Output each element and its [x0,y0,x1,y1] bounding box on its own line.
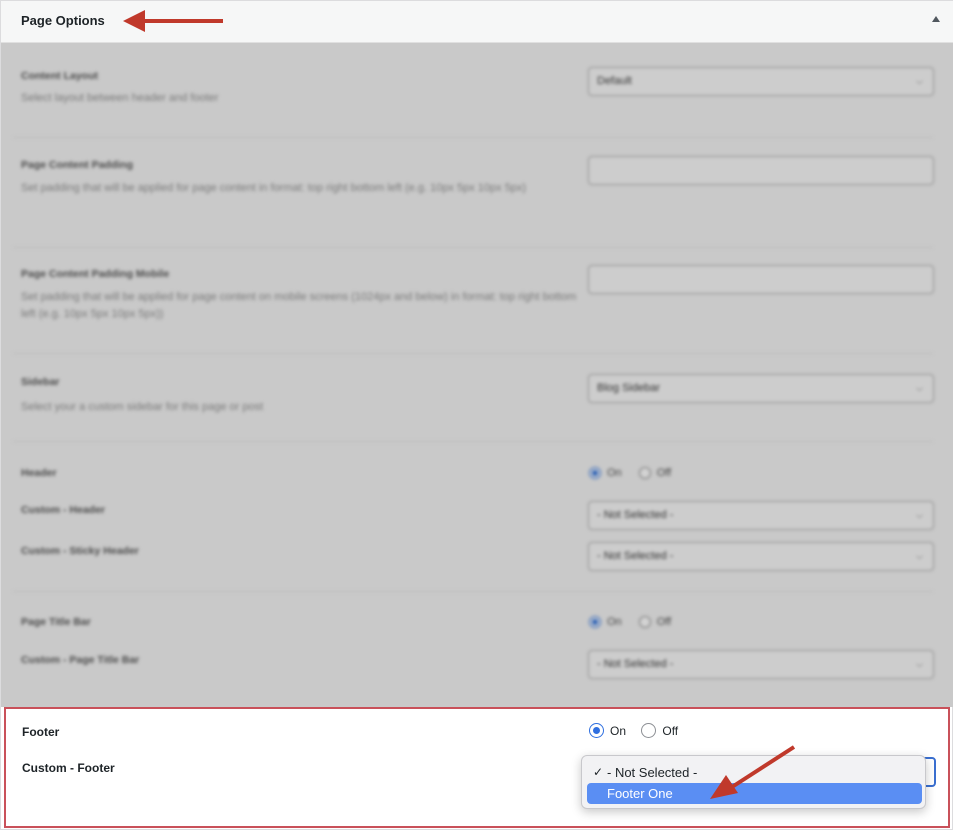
checkmark-icon: ✓ [593,765,604,779]
content-layout-value: Default [597,75,632,87]
content-padding-label: Page Content Padding [21,159,134,171]
title-bar-off-radio[interactable] [638,616,651,629]
footer-off-label: Off [662,723,679,738]
custom-header-select[interactable]: - Not Selected - ⌵ [588,501,934,530]
sidebar-label: Sidebar [21,376,60,388]
chevron-down-icon: ⌵ [916,510,923,520]
content-layout-label: Content Layout [21,70,98,82]
content-padding-mobile-label: Page Content Padding Mobile [21,268,170,280]
divider [13,591,933,592]
custom-header-value: - Not Selected - [597,509,674,521]
page-options-panel: Page Options Content Layout Select layou… [0,0,953,830]
annotation-arrow-icon [123,10,223,32]
divider [13,441,933,442]
title-bar-off-label: Off [656,616,672,629]
content-layout-desc: Select layout between header and footer [21,92,219,104]
custom-sticky-header-value: - Not Selected - [597,550,674,562]
custom-title-bar-select[interactable]: - Not Selected - ⌵ [588,650,934,679]
title-bar-on-radio[interactable] [589,616,601,629]
content-padding-mobile-input[interactable] [588,265,934,294]
sidebar-desc: Select your a custom sidebar for this pa… [21,401,264,413]
panel-title: Page Options [21,13,105,28]
footer-off-radio[interactable] [641,723,657,739]
divider [13,247,933,248]
content-padding-input[interactable] [588,156,934,185]
sidebar-value: Blog Sidebar [597,382,660,394]
sidebar-select[interactable]: Blog Sidebar ⌵ [588,374,934,403]
custom-sticky-header-label: Custom - Sticky Header [21,545,139,557]
custom-sticky-header-select[interactable]: - Not Selected - ⌵ [588,542,934,571]
custom-title-bar-label: Custom - Page Title Bar [21,654,140,666]
annotation-arrow-icon [710,745,796,799]
header-radio-group: On Off [589,467,685,480]
custom-title-bar-value: - Not Selected - [597,658,674,670]
header-off-radio[interactable] [638,467,651,480]
chevron-down-icon: ⌵ [916,383,923,393]
panel-header[interactable]: Page Options [1,1,953,43]
custom-header-label: Custom - Header [21,504,106,516]
header-on-label: On [607,467,622,480]
header-off-label: Off [656,467,672,480]
content-layout-select[interactable]: Default ⌵ [588,67,934,96]
chevron-down-icon: ⌵ [916,659,923,669]
content-padding-mobile-desc: Set padding that will be applied for pag… [21,291,577,320]
title-bar-radio-group: On Off [589,616,685,629]
header-on-radio[interactable] [589,467,601,480]
footer-options-section: Footer On Off Custom - Footer ✓ - Not Se… [4,707,950,828]
title-bar-label: Page Title Bar [21,616,91,628]
header-label: Header [21,467,57,479]
blurred-options-area: Content Layout Select layout between hea… [1,43,953,707]
content-padding-desc: Set padding that will be applied for pag… [21,182,527,194]
footer-on-radio[interactable] [589,723,604,739]
footer-on-label: On [610,723,627,738]
footer-label: Footer [22,725,60,739]
chevron-down-icon: ⌵ [916,551,923,561]
divider [13,137,933,138]
custom-footer-label: Custom - Footer [22,761,115,775]
chevron-down-icon: ⌵ [916,76,923,86]
option-label: - Not Selected - [607,765,698,780]
title-bar-on-label: On [607,616,622,629]
triangle-up-icon[interactable] [932,15,940,23]
option-label: Footer One [607,786,673,801]
footer-radio-group: On Off [589,723,690,739]
divider [13,353,933,354]
